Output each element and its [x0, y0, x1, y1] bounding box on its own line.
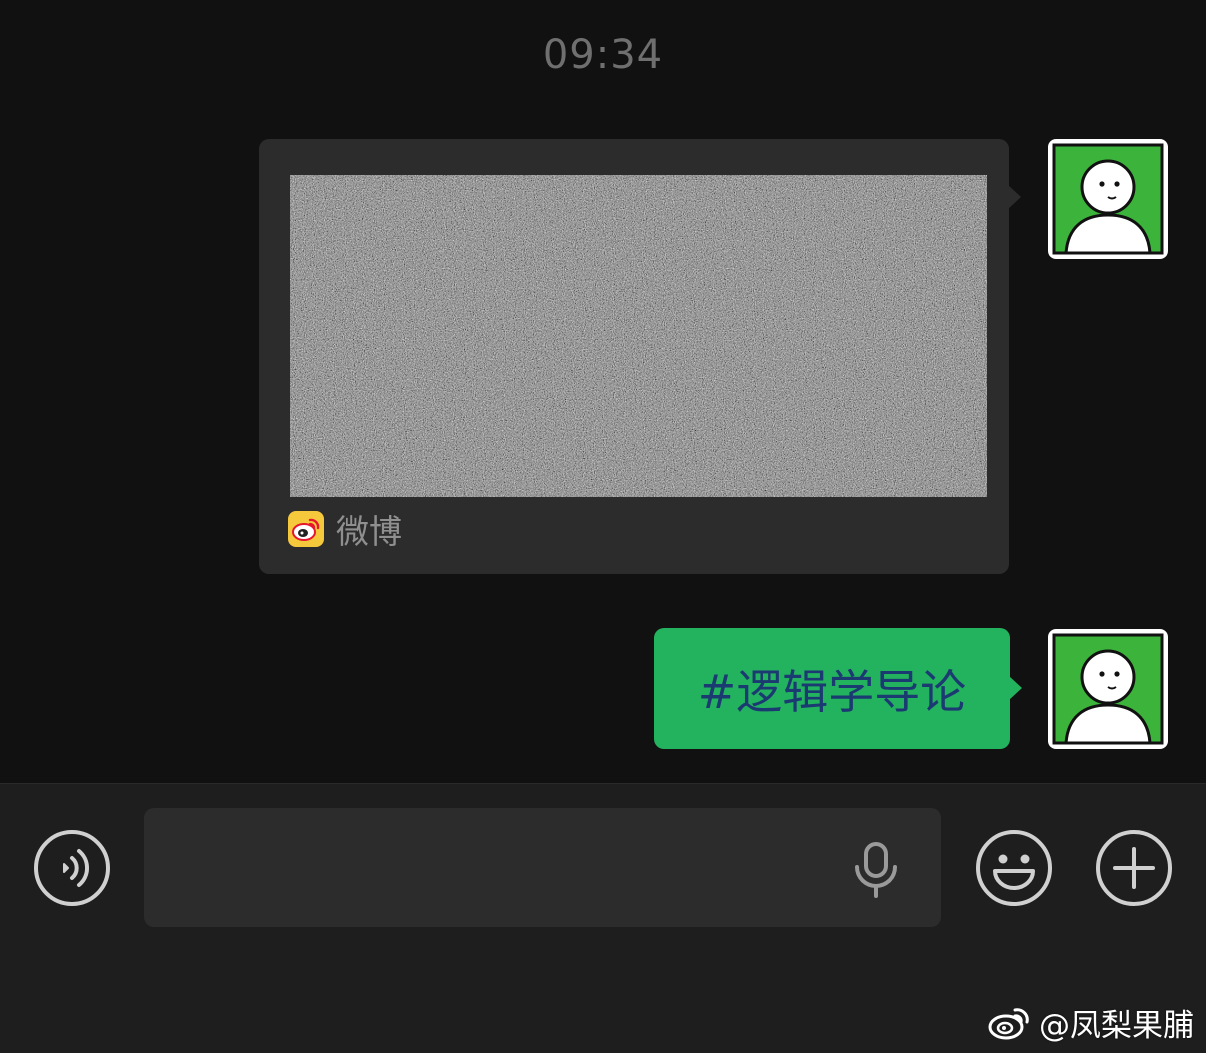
- weibo-logo-icon: [288, 511, 324, 547]
- message-timestamp: 09:34: [542, 32, 664, 78]
- sender-avatar[interactable]: [1048, 139, 1168, 259]
- bubble-tail: [1009, 676, 1022, 700]
- card-bubble-tail: [1008, 185, 1021, 209]
- link-card-source-label: 微博: [336, 512, 402, 551]
- watermark-username: @凤梨果脯: [1039, 1008, 1194, 1044]
- voice-icon[interactable]: [33, 829, 111, 907]
- weibo-watermark: @凤梨果脯: [987, 1000, 1194, 1045]
- link-card-message[interactable]: 微博: [259, 139, 1021, 574]
- plus-icon[interactable]: [1095, 829, 1173, 907]
- chat-screen: 09:34 微博 #逻辑学导论 @凤梨果脯: [0, 0, 1206, 1053]
- link-card-source: 微博: [288, 509, 402, 551]
- message-input[interactable]: [144, 808, 941, 927]
- text-message-bubble[interactable]: #逻辑学导论: [654, 628, 1022, 749]
- emoji-icon[interactable]: [975, 829, 1053, 907]
- message-text: #逻辑学导论: [697, 664, 967, 719]
- link-card-thumbnail[interactable]: [290, 175, 987, 497]
- weibo-watermark-icon: [987, 1005, 1033, 1041]
- sender-avatar[interactable]: [1048, 629, 1168, 749]
- microphone-icon[interactable]: [851, 841, 901, 899]
